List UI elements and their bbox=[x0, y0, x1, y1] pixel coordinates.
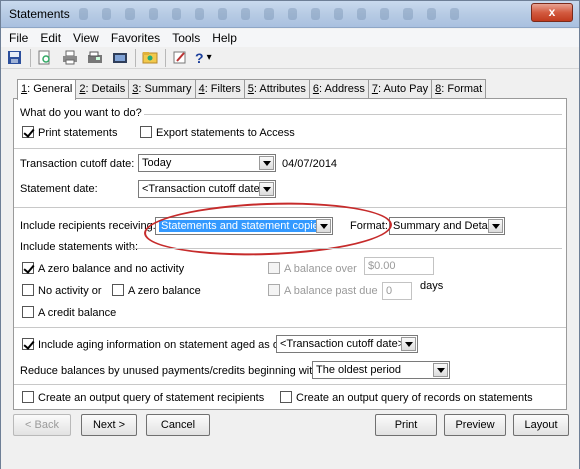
menu-help[interactable]: Help bbox=[212, 31, 237, 45]
divider bbox=[14, 327, 566, 328]
zero-balance-no-activity-label: A zero balance and no activity bbox=[38, 263, 185, 275]
folder-icon bbox=[142, 52, 157, 64]
print-button[interactable]: Print bbox=[375, 414, 437, 436]
divider bbox=[14, 148, 566, 149]
chevron-down-icon bbox=[259, 156, 274, 170]
print-toolbar-button[interactable] bbox=[60, 49, 79, 67]
title-bar-decoration bbox=[79, 8, 459, 22]
statement-date-select[interactable]: <Transaction cutoff date> bbox=[138, 180, 276, 198]
fax-icon bbox=[87, 51, 102, 63]
chevron-down-icon: ▾ bbox=[206, 52, 212, 63]
toolbar-separator bbox=[30, 48, 31, 67]
chevron-down-icon bbox=[259, 182, 274, 196]
next-button[interactable]: Next > bbox=[81, 414, 137, 436]
export-statements-label: Export statements to Access bbox=[156, 127, 295, 139]
what-heading: What do you want to do? bbox=[20, 107, 142, 119]
preview-toolbar-button[interactable] bbox=[35, 49, 54, 67]
general-tab-panel: What do you want to do? Print statements… bbox=[13, 98, 567, 410]
menu-file[interactable]: File bbox=[9, 31, 28, 45]
include-with-label: Include statements with: bbox=[20, 241, 139, 253]
menu-bar: File Edit View Favorites Tools Help bbox=[1, 29, 579, 47]
chevron-down-icon bbox=[488, 219, 503, 233]
title-bar: Statements x bbox=[1, 1, 579, 28]
export-statements-checkbox[interactable] bbox=[140, 126, 152, 138]
menu-tools[interactable]: Tools bbox=[172, 31, 200, 45]
help-icon: ? bbox=[195, 49, 204, 66]
tab-attributes[interactable]: 5: Attributes bbox=[243, 79, 310, 99]
layout-button[interactable]: Layout bbox=[513, 414, 569, 436]
format-select[interactable]: Summary and Detail bbox=[389, 217, 505, 235]
open-folder-button[interactable] bbox=[140, 49, 159, 67]
output-query-recipients-checkbox[interactable] bbox=[22, 391, 34, 403]
window-title: Statements bbox=[9, 7, 70, 21]
preview-button[interactable]: Preview bbox=[444, 414, 506, 436]
cancel-button[interactable]: Cancel bbox=[146, 414, 210, 436]
status-bar bbox=[1, 445, 579, 469]
properties-button[interactable] bbox=[170, 49, 189, 67]
tab-strip: 1: General 2: Details 3: Summary 4: Filt… bbox=[17, 79, 487, 100]
balance-over-input[interactable]: $0.00 bbox=[364, 257, 434, 275]
balance-past-due-label: A balance past due bbox=[284, 285, 378, 297]
balance-past-due-checkbox[interactable] bbox=[268, 284, 280, 296]
toolbar-separator bbox=[135, 48, 136, 67]
output-query-recipients-label: Create an output query of statement reci… bbox=[38, 392, 265, 404]
statements-window: Statements x File Edit View Favorites To… bbox=[0, 0, 580, 469]
no-activity-or-checkbox[interactable] bbox=[22, 284, 34, 296]
fax-toolbar-button[interactable] bbox=[85, 49, 104, 67]
cutoff-label: Transaction cutoff date: bbox=[20, 158, 135, 170]
balance-past-due-input[interactable]: 0 bbox=[382, 282, 412, 300]
divider bbox=[129, 248, 562, 249]
toolbar: ? ▾ bbox=[1, 47, 579, 69]
help-button[interactable]: ? ▾ bbox=[195, 49, 212, 67]
export-icon bbox=[112, 53, 127, 63]
menu-favorites[interactable]: Favorites bbox=[111, 31, 160, 45]
toolbar-separator bbox=[165, 48, 166, 67]
divider bbox=[14, 384, 566, 385]
print-statements-checkbox[interactable] bbox=[22, 126, 34, 138]
days-label: days bbox=[420, 280, 444, 292]
tab-summary[interactable]: 3: Summary bbox=[128, 79, 196, 99]
include-recipients-label: Include recipients receiving: bbox=[20, 220, 156, 232]
a-zero-balance-label: A zero balance bbox=[128, 285, 201, 297]
print-statements-label: Print statements bbox=[38, 127, 118, 139]
zero-balance-no-activity-checkbox[interactable] bbox=[22, 262, 34, 274]
balance-over-label: A balance over bbox=[284, 263, 357, 275]
menu-edit[interactable]: Edit bbox=[40, 31, 61, 45]
printer-icon bbox=[62, 50, 77, 65]
no-activity-or-label: No activity or bbox=[38, 285, 102, 297]
tab-auto-pay[interactable]: 7: Auto Pay bbox=[367, 79, 433, 99]
close-button[interactable]: x bbox=[531, 3, 573, 22]
aging-checkbox[interactable] bbox=[22, 338, 34, 350]
tab-filters[interactable]: 4: Filters bbox=[194, 79, 245, 99]
chevron-down-icon bbox=[433, 363, 448, 377]
tab-address[interactable]: 6: Address bbox=[308, 79, 369, 99]
cutoff-date-value: 04/07/2014 bbox=[282, 158, 338, 170]
save-button[interactable] bbox=[5, 49, 24, 67]
aging-date-select[interactable]: <Transaction cutoff date> bbox=[276, 335, 418, 353]
credit-balance-checkbox[interactable] bbox=[22, 306, 34, 318]
chevron-down-icon bbox=[401, 337, 416, 351]
cutoff-date-select[interactable]: Today bbox=[138, 154, 276, 172]
credit-balance-label: A credit balance bbox=[38, 307, 117, 319]
a-zero-balance-checkbox[interactable] bbox=[112, 284, 124, 296]
email-toolbar-button[interactable] bbox=[110, 49, 129, 67]
print-preview-icon bbox=[38, 50, 50, 65]
save-icon bbox=[8, 51, 21, 64]
tab-format[interactable]: 8: Format bbox=[431, 79, 487, 99]
reduce-balances-select[interactable]: The oldest period bbox=[312, 361, 450, 379]
reduce-label: Reduce balances by unused payments/credi… bbox=[20, 365, 322, 377]
statement-date-label: Statement date: bbox=[20, 183, 98, 195]
divider bbox=[144, 114, 562, 115]
balance-over-checkbox[interactable] bbox=[268, 262, 280, 274]
output-query-records-label: Create an output query of records on sta… bbox=[296, 392, 533, 404]
back-button[interactable]: < Back bbox=[13, 414, 71, 436]
menu-view[interactable]: View bbox=[73, 31, 99, 45]
tab-general[interactable]: 1: General bbox=[17, 79, 77, 100]
tab-details[interactable]: 2: Details bbox=[75, 79, 130, 99]
output-query-records-checkbox[interactable] bbox=[280, 391, 292, 403]
properties-icon bbox=[173, 51, 185, 64]
close-icon: x bbox=[548, 5, 556, 19]
aging-label: Include aging information on statement a… bbox=[38, 339, 286, 351]
